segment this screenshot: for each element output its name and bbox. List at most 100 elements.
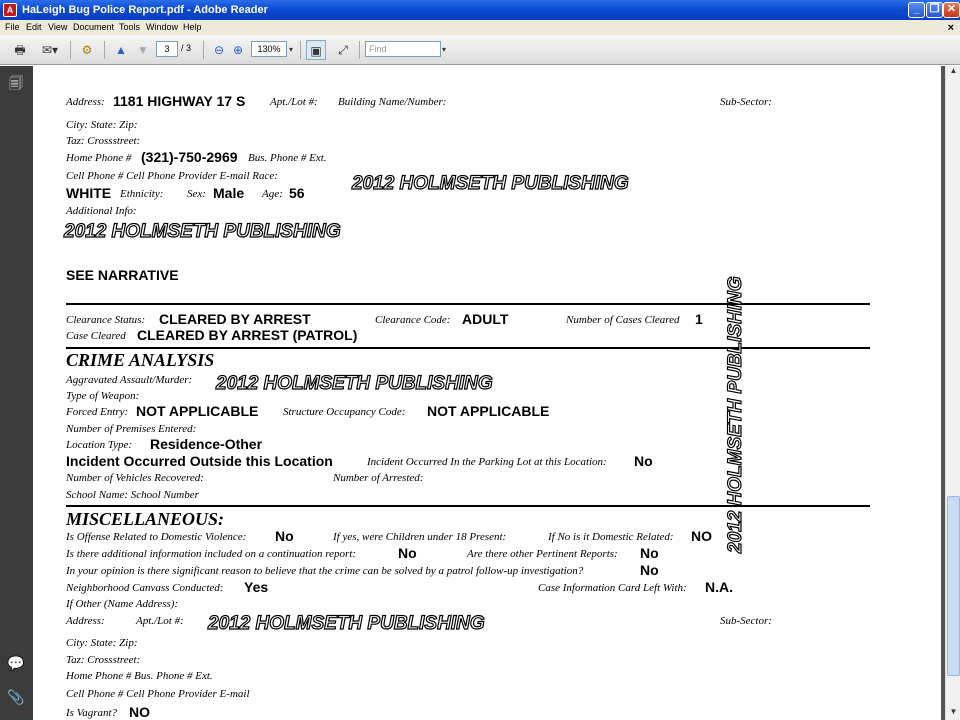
outside-location: Incident Occurred Outside this Location [66,453,333,469]
sex-value: Male [213,185,245,201]
school-label: School Name: School Number [66,489,199,501]
age-label: Age: [262,188,283,200]
navigation-panel: 🗐 💬 📎 [0,66,33,720]
zoom-out-icon[interactable]: ⊖ [210,40,228,60]
menu-view[interactable]: View [48,22,67,32]
taz-crossstreet-label: Taz: Crossstreet: [66,135,141,147]
fit-width-icon[interactable]: ⤢ [333,40,353,60]
case-cleared-value: CLEARED BY ARREST (PATROL) [137,327,358,343]
apt2-label: Apt./Lot #: [136,615,184,627]
building-label: Building Name/Number: [338,96,447,108]
clearance-status-value: CLEARED BY ARREST [159,311,311,327]
collaborate-icon[interactable]: ⚙ [76,40,98,60]
scroll-down-icon[interactable]: ▼ [946,707,960,720]
ethnicity-label: Ethnicity: [120,188,164,200]
toolbar-separator [104,41,105,59]
canvass-value: Yes [244,579,269,595]
watermark: 2012 HOLMSETH PUBLISHING [63,220,341,242]
menu-file[interactable]: File [5,22,20,32]
forced-entry-value: NOT APPLICABLE [136,403,259,419]
comments-icon[interactable]: 💬 [7,654,25,672]
vertical-scrollbar[interactable]: ▲ ▼ [945,66,960,720]
vagrant-label: Is Vagrant? [66,707,118,719]
race-value: WHITE [66,185,112,201]
address-label: Address: [66,96,105,108]
close-document-button[interactable]: × [948,22,954,34]
cases-cleared-label: Number of Cases Cleared [566,314,680,326]
current-page-input[interactable]: 3 [156,41,178,57]
continuation-label: Is there additional information included… [66,548,357,560]
address2-label: Address: [66,615,105,627]
cases-cleared-value: 1 [695,311,703,327]
find-dropdown-icon[interactable]: ▾ [440,40,448,60]
see-narrative: SEE NARRATIVE [66,267,179,283]
next-page-icon[interactable]: ▼ [133,40,153,60]
arrested-label: Number of Arrested: [333,472,424,484]
page-separator: / [181,43,184,53]
minimize-button[interactable]: _ [908,2,925,18]
address-value: 1181 HIGHWAY 17 S [113,93,246,109]
window-title: HaLeigh Bug Police Report.pdf - Adobe Re… [22,4,268,16]
zoom-in-icon[interactable]: ⊕ [229,40,247,60]
clearance-code-label: Clearance Code: [375,314,451,326]
crime-analysis-heading: CRIME ANALYSIS [66,350,215,370]
close-button[interactable]: ✕ [943,2,960,18]
toolbar-separator [359,41,360,59]
zoom-dropdown-icon[interactable]: ▾ [287,40,295,60]
menu-help[interactable]: Help [183,22,202,32]
maximize-button[interactable]: ❐ [926,2,943,18]
zoom-level-input[interactable]: 130% [251,41,287,57]
pages-icon[interactable]: 🗐 [7,74,25,92]
vehicles-label: Number of Vehicles Recovered: [66,472,204,484]
menu-window[interactable]: Window [146,22,178,32]
apt-label: Apt./Lot #: [270,96,318,108]
watermark: 2012 HOLMSETH PUBLISHING [351,172,629,194]
document-view[interactable]: Address: 1181 HIGHWAY 17 S Apt./Lot #: B… [33,66,945,720]
canvass-label: Neighborhood Canvass Conducted: [66,582,224,594]
age-value: 56 [289,185,305,201]
watermark-vertical: 2012 HOLMSETH PUBLISHING [724,276,746,554]
case-card-value: N.A. [705,579,733,595]
email-icon[interactable]: ✉▾ [36,40,64,60]
previous-page-icon[interactable]: ▲ [111,40,131,60]
location-type-value: Residence-Other [150,436,263,452]
solved-value: No [640,562,659,578]
scrollbar-thumb[interactable] [947,496,960,676]
weapon-label: Type of Weapon: [66,390,140,402]
section-divider [66,303,870,305]
sex-label: Sex: [187,188,206,200]
miscellaneous-heading: MISCELLANEOUS: [66,509,225,529]
print-icon[interactable]: 🖶 [9,40,31,60]
section-divider [66,505,870,507]
taz-crossstreet2-label: Taz: Crossstreet: [66,654,141,666]
watermark: 2012 HOLMSETH PUBLISHING [207,612,485,634]
continuation-value: No [398,545,417,561]
pertinent-reports-label: Are there other Pertinent Reports: [467,548,618,560]
find-input[interactable]: Find [365,41,441,57]
bus-phone-label: Bus. Phone # Ext. [248,152,327,164]
additional-info-label: Additional Info: [66,205,137,217]
structure-label: Structure Occupancy Code: [283,406,406,418]
pertinent-reports-value: No [640,545,659,561]
clearance-code-value: ADULT [462,311,509,327]
scroll-up-icon[interactable]: ▲ [946,66,960,79]
parking-lot-value: No [634,453,653,469]
section-divider [66,347,870,349]
structure-value: NOT APPLICABLE [427,403,550,419]
attachments-icon[interactable]: 📎 [7,688,25,706]
parking-lot-label: Incident Occurred In the Parking Lot at … [367,456,607,468]
city-state-zip-label: City: State: Zip: [66,119,138,131]
toolbar-separator [70,41,71,59]
menu-tools[interactable]: Tools [119,22,140,32]
solved-label: In your opinion is there significant rea… [66,565,584,577]
menu-document[interactable]: Document [73,22,114,32]
subsector-label: Sub-Sector: [720,96,772,108]
page-count: / 3 [181,43,191,53]
subsector2-label: Sub-Sector: [720,615,772,627]
watermark: 2012 HOLMSETH PUBLISHING [215,372,493,394]
toolbar-separator [300,41,301,59]
menu-edit[interactable]: Edit [26,22,42,32]
children-present-label: If yes, were Children under 18 Present: [333,531,507,543]
fit-page-icon[interactable]: ▣ [306,40,326,60]
title-bar: A HaLeigh Bug Police Report.pdf - Adobe … [0,0,960,20]
